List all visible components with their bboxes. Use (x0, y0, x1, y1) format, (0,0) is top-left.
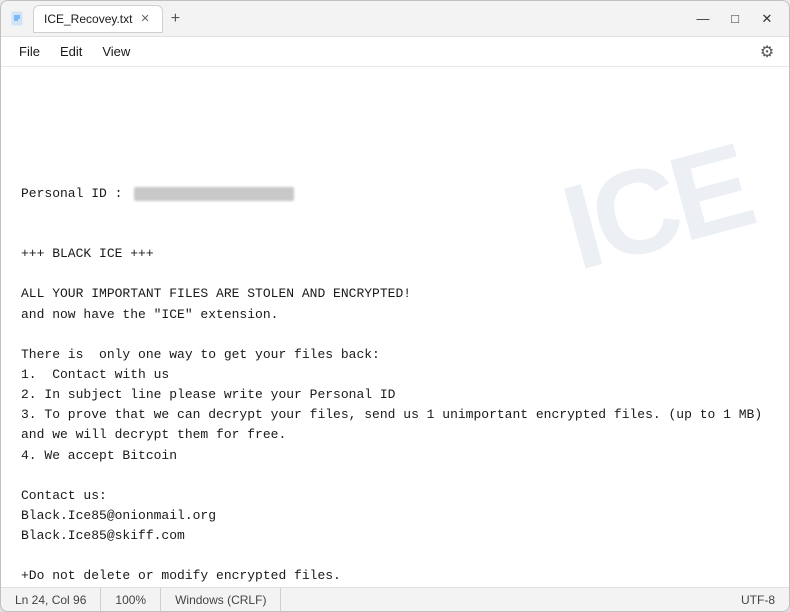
text-line: 4. We accept Bitcoin (21, 446, 769, 466)
text-line (21, 325, 769, 345)
text-line: +++ BLACK ICE +++ (21, 244, 769, 264)
personal-id-line: Personal ID : (21, 184, 769, 204)
statusbar: Ln 24, Col 96 100% Windows (CRLF) UTF-8 (1, 587, 789, 611)
personal-id-label: Personal ID : (21, 184, 130, 204)
ransom-note-text: Personal ID : +++ BLACK ICE +++ ALL YOUR… (21, 143, 769, 587)
menu-view[interactable]: View (92, 40, 140, 63)
personal-id-value (134, 187, 294, 201)
new-tab-button[interactable]: + (167, 11, 184, 27)
settings-icon[interactable]: ⚙ (753, 38, 781, 66)
status-line-ending: Windows (CRLF) (161, 588, 281, 611)
notepad-window: ICE_Recovey.txt ✕ + — □ ✕ File Edit View… (0, 0, 790, 612)
text-editor-content[interactable]: ICE Personal ID : +++ BLACK ICE +++ ALL … (1, 67, 789, 587)
menu-edit[interactable]: Edit (50, 40, 92, 63)
status-encoding: UTF-8 (727, 588, 779, 611)
text-line: 3. To prove that we can decrypt your fil… (21, 405, 769, 425)
status-zoom: 100% (101, 588, 161, 611)
menubar: File Edit View ⚙ (1, 37, 789, 67)
text-line: Black.Ice85@onionmail.org (21, 506, 769, 526)
text-line: +Do not delete or modify encrypted files… (21, 566, 769, 586)
text-line (21, 466, 769, 486)
tab-close-icon[interactable]: ✕ (138, 12, 151, 25)
status-line-col: Ln 24, Col 96 (11, 588, 101, 611)
text-line: ALL YOUR IMPORTANT FILES ARE STOLEN AND … (21, 284, 769, 304)
tab-label: ICE_Recovey.txt (44, 12, 132, 26)
text-line: Contact us: (21, 486, 769, 506)
app-icon (9, 10, 27, 28)
text-line (21, 546, 769, 566)
titlebar-left: ICE_Recovey.txt ✕ + (9, 5, 689, 33)
titlebar: ICE_Recovey.txt ✕ + — □ ✕ (1, 1, 789, 37)
text-line: Black.Ice85@skiff.com (21, 526, 769, 546)
text-line: and now have the "ICE" extension. (21, 305, 769, 325)
maximize-button[interactable]: □ (721, 5, 749, 33)
text-line: There is only one way to get your files … (21, 345, 769, 365)
menubar-right: ⚙ (753, 38, 781, 66)
text-line (21, 264, 769, 284)
tab-ice-recovey[interactable]: ICE_Recovey.txt ✕ (33, 5, 163, 33)
text-line: and we will decrypt them for free. (21, 425, 769, 445)
text-line: 2. In subject line please write your Per… (21, 385, 769, 405)
minimize-button[interactable]: — (689, 5, 717, 33)
text-line: 1. Contact with us (21, 365, 769, 385)
close-button[interactable]: ✕ (753, 5, 781, 33)
tab-container: ICE_Recovey.txt ✕ + (33, 5, 184, 33)
menu-file[interactable]: File (9, 40, 50, 63)
window-controls: — □ ✕ (689, 5, 781, 33)
